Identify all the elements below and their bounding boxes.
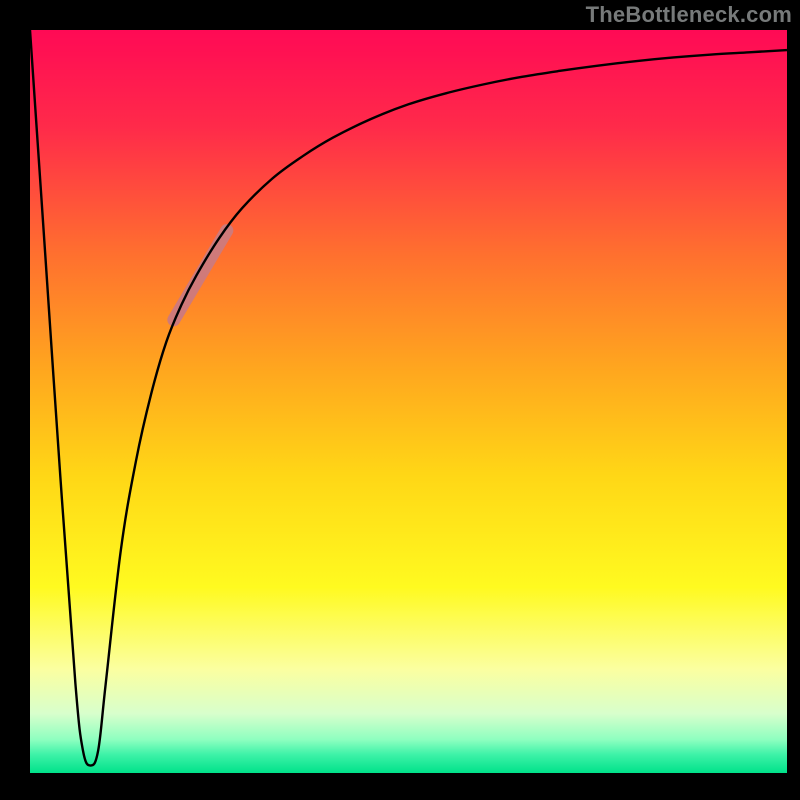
watermark-text: TheBottleneck.com bbox=[586, 2, 792, 28]
bottleneck-chart bbox=[0, 0, 800, 800]
plot-area bbox=[30, 30, 787, 773]
chart-container: TheBottleneck.com bbox=[0, 0, 800, 800]
